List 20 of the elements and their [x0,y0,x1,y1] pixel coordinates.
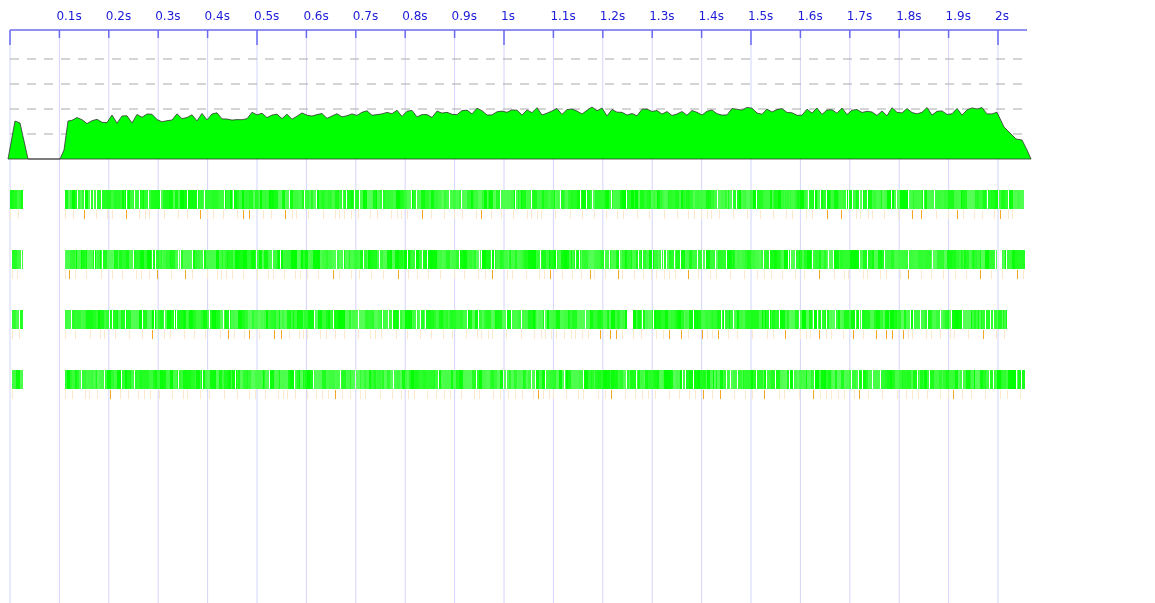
tick-label: 1.7s [846,9,873,23]
tick-label: 0.5s [254,9,280,23]
tick-label: 0.1s [56,9,82,23]
tick-label: 1.1s [550,9,576,23]
tick-label: 0.9s [451,9,477,23]
tick-label: 1.3s [649,9,675,23]
tick-label: 1.4s [698,9,724,23]
tick-label: 1.9s [945,9,971,23]
tick-label: 0.4s [204,9,230,23]
tick-label: 1s [501,9,515,23]
tick-label: 1.8s [896,9,922,23]
tick-label: 1.6s [797,9,823,23]
tick-label: 0.3s [155,9,181,23]
tick-label: 0.2s [105,9,132,23]
tick-label: 0.6s [303,9,329,23]
tick-label: 2s [995,9,1009,23]
tick-label: 0.8s [402,9,428,23]
tick-label: 1.5s [748,9,774,23]
tick-label: 1.2s [599,9,626,23]
tick-label: 0.7s [352,9,379,23]
